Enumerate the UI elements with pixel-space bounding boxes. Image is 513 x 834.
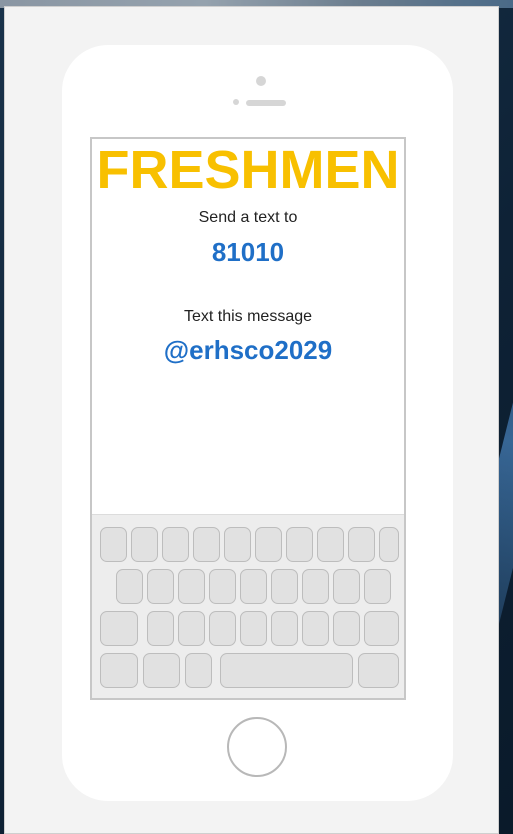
- numbers-key: [100, 653, 138, 688]
- instruction-text-message: Text this message: [183, 308, 313, 325]
- front-camera-icon: [256, 76, 266, 86]
- keyboard-key: [178, 569, 205, 604]
- phone-screen: FRESHMEN Send a text to 81010 Text this …: [90, 137, 406, 700]
- keyboard-key: [100, 527, 127, 562]
- globe-key: [143, 653, 180, 688]
- keyboard-key: [147, 569, 174, 604]
- phone-illustration: FRESHMEN Send a text to 81010 Text this …: [62, 45, 453, 801]
- keyboard-illustration: [92, 514, 404, 698]
- space-bar: [220, 653, 353, 688]
- keyboard-key: [364, 569, 391, 604]
- keyboard-key: [116, 569, 143, 604]
- phone-number: 81010: [211, 237, 285, 267]
- keyboard-key: [162, 527, 189, 562]
- keyboard-key: [302, 611, 329, 646]
- shift-key: [100, 611, 138, 646]
- class-title: FRESHMEN: [96, 140, 400, 200]
- return-key: [358, 653, 399, 688]
- instruction-send-text: Send a text to: [198, 209, 298, 226]
- keyboard-key: [209, 569, 236, 604]
- keyboard-key: [178, 611, 205, 646]
- keyboard-key: [193, 527, 220, 562]
- keyboard-key: [302, 569, 329, 604]
- speaker-grille: [246, 100, 286, 106]
- sensor-dot: [233, 99, 239, 105]
- keyboard-key: [286, 527, 313, 562]
- keyboard-key: [209, 611, 236, 646]
- keyboard-key: [379, 527, 399, 562]
- message-code: @erhsco2029: [163, 335, 333, 365]
- keyboard-key: [240, 569, 267, 604]
- keyboard-key: [224, 527, 251, 562]
- keyboard-key: [333, 569, 360, 604]
- keyboard-key: [271, 569, 298, 604]
- keyboard-key: [131, 527, 158, 562]
- keyboard-key: [240, 611, 267, 646]
- home-button: [227, 717, 287, 777]
- keyboard-key: [333, 611, 360, 646]
- keyboard-key: [271, 611, 298, 646]
- keyboard-key: [147, 611, 174, 646]
- keyboard-key: [317, 527, 344, 562]
- backspace-key: [364, 611, 399, 646]
- flyer-card: FRESHMEN Send a text to 81010 Text this …: [4, 6, 499, 834]
- keyboard-key: [348, 527, 375, 562]
- keyboard-key: [255, 527, 282, 562]
- mic-key: [185, 653, 212, 688]
